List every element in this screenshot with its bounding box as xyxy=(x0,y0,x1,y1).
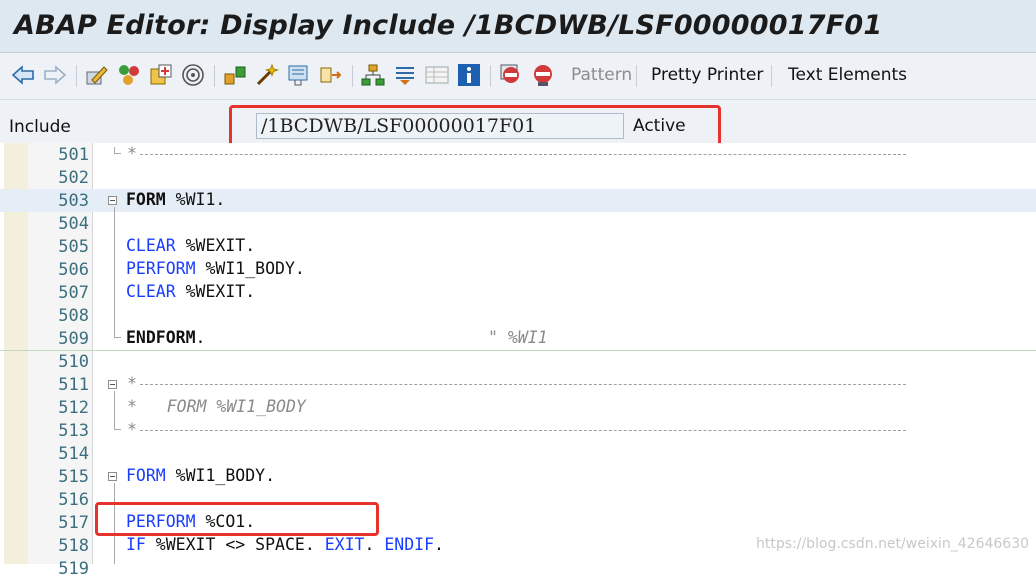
code-line: 509 ENDFORM. " %WI1 xyxy=(0,327,1036,351)
code-line-current: 503 FORM %WI1. xyxy=(0,189,1036,212)
check-syntax-icon[interactable] xyxy=(116,62,142,88)
toolbar-separator xyxy=(771,65,772,87)
code-text: FORM %WI1_BODY. xyxy=(126,466,276,485)
fold-toggle-icon[interactable] xyxy=(108,196,117,205)
line-number: 515 xyxy=(58,467,89,487)
code-text: PERFORM %WI1_BODY. xyxy=(126,259,305,278)
code-editor[interactable]: 501 * 502 503 FORM %WI1. 504 505 CLEAR %… xyxy=(0,143,1036,579)
code-line: 515 FORM %WI1_BODY. xyxy=(0,465,1036,488)
code-line: 508 xyxy=(0,304,1036,327)
fold-end-marker xyxy=(114,423,121,430)
code-line: 510 xyxy=(0,350,1036,373)
object-list-icon[interactable] xyxy=(148,62,174,88)
toolbar-separator xyxy=(490,65,491,87)
hierarchy-icon[interactable] xyxy=(360,62,386,88)
code-line: 507 CLEAR %WEXIT. xyxy=(0,281,1036,304)
comment-divider xyxy=(140,154,906,155)
edit-pencil-icon[interactable] xyxy=(84,62,110,88)
other-object-icon[interactable] xyxy=(222,62,248,88)
text-elements-button[interactable]: Text Elements xyxy=(788,65,907,85)
forward-arrow-icon[interactable] xyxy=(42,62,68,88)
line-number: 502 xyxy=(58,168,89,188)
toolbar-separator xyxy=(214,65,215,87)
code-line: 514 xyxy=(0,442,1036,465)
line-number: 517 xyxy=(58,513,89,533)
line-number: 506 xyxy=(58,260,89,280)
line-number: 510 xyxy=(58,352,89,372)
line-number: 516 xyxy=(58,490,89,510)
fold-end-marker xyxy=(114,147,121,154)
include-label: Include xyxy=(9,117,71,137)
comment-marker: * xyxy=(127,374,137,393)
fold-end-marker xyxy=(114,331,121,338)
code-line: 511 * xyxy=(0,373,1036,396)
code-comment: " %WI1 xyxy=(488,328,548,347)
line-number: 501 xyxy=(58,145,89,165)
fold-guide-line xyxy=(114,207,115,337)
line-number: 508 xyxy=(58,306,89,326)
pretty-printer-button[interactable]: Pretty Printer xyxy=(651,65,763,85)
line-number: 503 xyxy=(58,191,89,211)
code-line: 512 * FORM %WI1_BODY xyxy=(0,396,1036,419)
code-text: CLEAR %WEXIT. xyxy=(126,236,256,255)
code-text: FORM %WI1. xyxy=(126,190,226,209)
where-used-icon[interactable] xyxy=(180,62,206,88)
fold-toggle-icon[interactable] xyxy=(108,380,117,389)
fold-toggle-icon[interactable] xyxy=(108,472,117,481)
line-number: 512 xyxy=(58,398,89,418)
line-number: 514 xyxy=(58,444,89,464)
toolbar-separator xyxy=(76,65,77,87)
layout-icon[interactable] xyxy=(392,62,418,88)
code-comment: * FORM %WI1_BODY xyxy=(127,397,306,416)
code-text: CLEAR %WEXIT. xyxy=(126,282,256,301)
line-number: 519 xyxy=(58,559,89,579)
line-number: 509 xyxy=(58,329,89,349)
pattern-button[interactable]: Pattern xyxy=(571,65,632,85)
comment-divider xyxy=(140,430,906,431)
application-toolbar: Pattern Pretty Printer Text Elements xyxy=(0,53,1036,100)
line-number: 504 xyxy=(58,214,89,234)
title-bar: ABAP Editor: Display Include /1BCDWB/LSF… xyxy=(0,0,1036,53)
display-object-icon[interactable] xyxy=(318,62,344,88)
breakpoint-external-icon[interactable] xyxy=(530,62,556,88)
line-number: 507 xyxy=(58,283,89,303)
toolbar-separator xyxy=(352,65,353,87)
code-text: IF %WEXIT <> SPACE. EXIT. ENDIF. xyxy=(126,535,444,554)
info-icon[interactable] xyxy=(456,62,482,88)
watermark: https://blog.csdn.net/weixin_42646630 xyxy=(756,536,1030,552)
code-line: 502 xyxy=(0,166,1036,189)
back-arrow-icon[interactable] xyxy=(10,62,36,88)
code-line: 501 * xyxy=(0,143,1036,166)
code-line: 513 * xyxy=(0,419,1036,442)
comment-marker: * xyxy=(127,144,137,163)
comment-marker: * xyxy=(127,420,137,439)
code-line: 506 PERFORM %WI1_BODY. xyxy=(0,258,1036,281)
code-text: ENDFORM. xyxy=(126,328,206,347)
line-number: 511 xyxy=(58,375,89,395)
comment-divider xyxy=(140,384,906,385)
line-number: 513 xyxy=(58,421,89,441)
line-number: 505 xyxy=(58,237,89,257)
line-number: 518 xyxy=(58,536,89,556)
window-title: ABAP Editor: Display Include /1BCDWB/LSF… xyxy=(14,10,883,41)
activate-icon[interactable] xyxy=(254,62,280,88)
highlight-box-include xyxy=(229,105,721,147)
highlight-box-perform xyxy=(95,502,379,536)
code-line: 504 xyxy=(0,212,1036,235)
breakpoint-session-icon[interactable] xyxy=(498,62,524,88)
code-line: 519 xyxy=(0,557,1036,580)
toolbar-separator xyxy=(636,65,637,87)
code-line: 505 CLEAR %WEXIT. xyxy=(0,235,1036,258)
table-icon[interactable] xyxy=(424,62,450,88)
test-run-icon[interactable] xyxy=(286,62,312,88)
